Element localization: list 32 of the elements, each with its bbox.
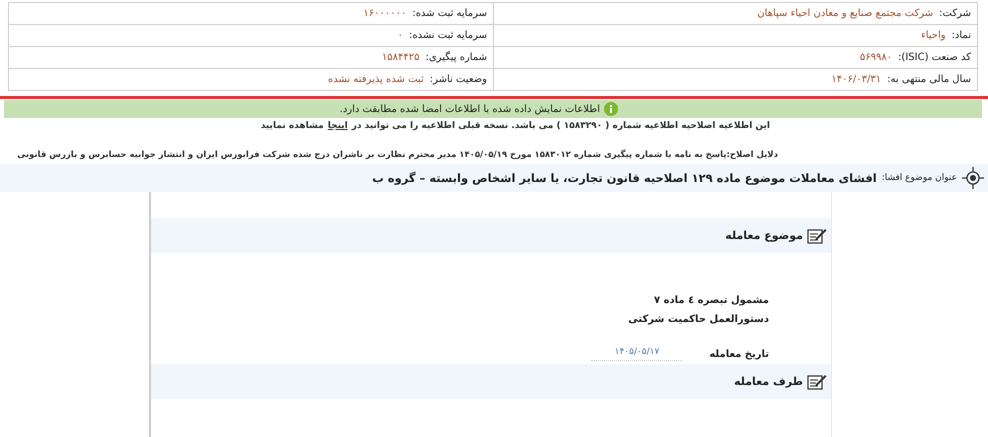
- field-value: ۱۴۰۶/۰۳/۳۱: [831, 74, 882, 85]
- transaction-description: مشمول تبصره ٤ ماده ۷ دستورالعمل حاکمیت شرکتی: [627, 294, 769, 327]
- date-field: ۱۴۰۵/۰۵/۱۷: [590, 347, 684, 361]
- edit-note-icon: [807, 372, 827, 390]
- section-title: طرف معامله: [734, 375, 803, 388]
- previous-notice-link[interactable]: اینجا: [328, 121, 348, 131]
- field-label: شرکت:: [939, 8, 971, 19]
- notice-text: مشاهده نمایید: [260, 121, 324, 131]
- field-label: سال مالی منتهی به:: [887, 74, 971, 85]
- field-label: تاریخ معامله: [709, 348, 769, 360]
- field-label: کد صنعت (ISIC):: [898, 52, 971, 63]
- field-value: ثبت شده پذیرفته نشده: [328, 74, 424, 85]
- field-value: ۰: [398, 30, 404, 41]
- edit-note-icon: [807, 226, 827, 244]
- field-value: ۵۶۹۹۸۰: [860, 52, 892, 63]
- correction-reasons: دلایل اصلاح:پاسخ به نامه با شماره پیگیری شماره ۱۵۸۳۰۱۲ مورخ ۱۴۰۵/۰۵/۱۹ مدیر محترم نظارت بر ناشران درج شده شرکت فرابورس ایران و انتشار جوابیه حسابرس و بازرس قانونی: [16, 150, 778, 160]
- target-icon: [962, 167, 984, 189]
- field-label: سرمایه ثبت شده:: [412, 8, 487, 19]
- field-label: وضعیت ناشر:: [430, 74, 487, 85]
- field-label: شماره پیگیری:: [425, 52, 487, 63]
- notice-text: این اطلاعیه اصلاحیه اطلاعیه شماره ( ۱۵۸۳۲۹۰ ) می باشد. نسخه قبلی اطلاعیه را می توانید در: [352, 121, 770, 131]
- subject-title: افشای معاملات موضوع ماده ۱۲۹ اصلاحیه قانون تجارت، یا سایر اشخاص وابسته – گروه ب: [372, 171, 877, 185]
- field-value: ۱۵۸۴۴۲۵: [382, 52, 420, 63]
- field-value: ۱۶۰۰۰۰۰۰: [363, 8, 406, 19]
- field-label: نماد:: [952, 30, 971, 41]
- field-value: واحیاء: [921, 30, 946, 41]
- subject-label: عنوان موضوع افشا:: [882, 173, 957, 183]
- info-icon: [604, 102, 618, 116]
- section-title: موضوع معامله: [725, 229, 803, 242]
- field-value: شرکت مجتمع صنایع و معادن احیاء سپاهان: [757, 8, 934, 19]
- field-label: سرمایه ثبت نشده:: [409, 30, 487, 41]
- banner-text: اطلاعات نمایش داده شده با اطلاعات امضا شده مطابقت دارد.: [340, 104, 600, 114]
